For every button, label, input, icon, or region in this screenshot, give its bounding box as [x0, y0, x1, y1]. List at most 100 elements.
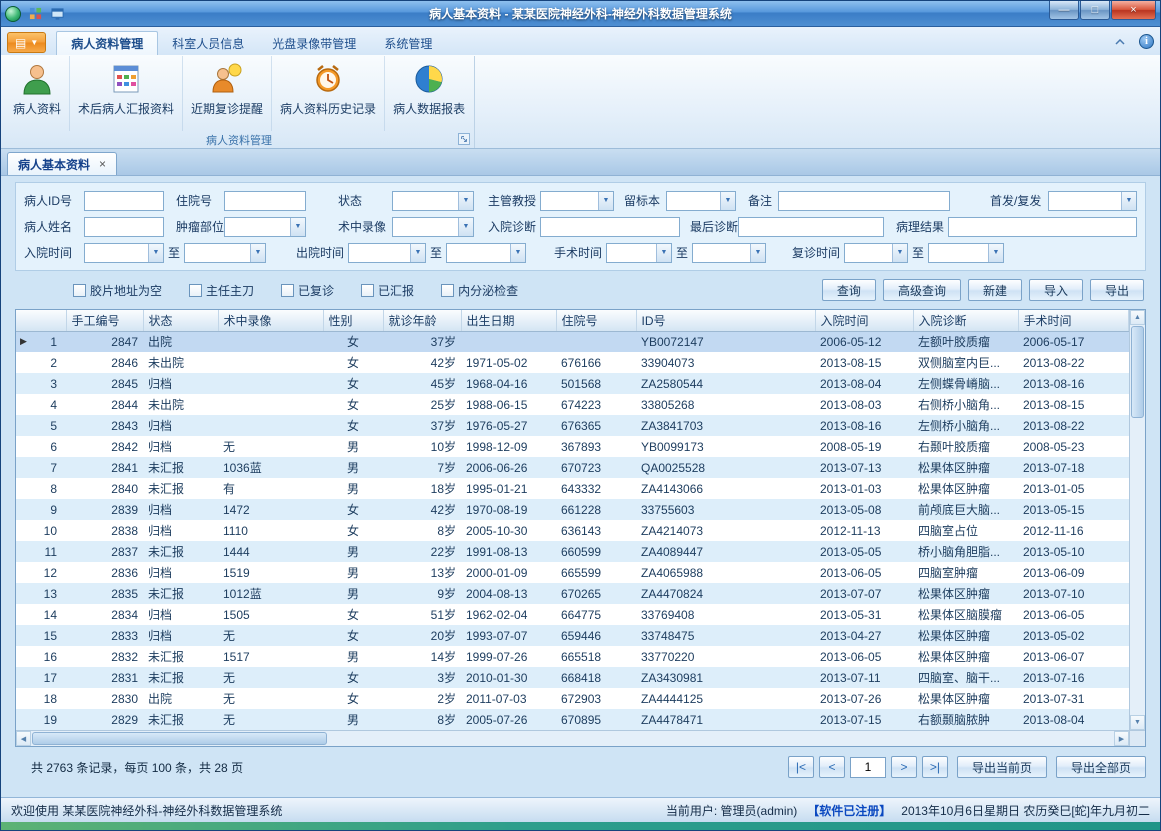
grid-cell[interactable]: 670895 [556, 709, 636, 730]
grid-cell[interactable]: ZA4470824 [636, 583, 815, 604]
quick-access-grid-icon[interactable] [27, 6, 43, 21]
grid-cell[interactable]: 8岁 [383, 709, 461, 730]
grid-cell[interactable]: ZA4444125 [636, 688, 815, 709]
grid-cell[interactable]: ZA4089447 [636, 541, 815, 562]
grid-cell[interactable]: ZA4065988 [636, 562, 815, 583]
grid-cell[interactable]: 42岁 [383, 352, 461, 373]
row-number-cell[interactable]: 8 [16, 478, 66, 499]
grid-cell[interactable]: 1968-04-16 [461, 373, 556, 394]
grid-cell[interactable]: 1970-08-19 [461, 499, 556, 520]
grid-cell[interactable]: 2013-05-08 [815, 499, 913, 520]
new-button[interactable]: 新建 [968, 279, 1022, 301]
grid-cell[interactable]: 归档 [143, 499, 218, 520]
grid-cell[interactable]: 670265 [556, 583, 636, 604]
table-row[interactable]: 182830出院无女2岁2011-07-03672903ZA4444125201… [16, 688, 1129, 709]
postop-report-button[interactable]: 术后病人汇报资料 [70, 56, 183, 131]
grid-cell[interactable]: 1472 [218, 499, 323, 520]
grid-cell[interactable]: 未出院 [143, 352, 218, 373]
grid-cell[interactable]: 右侧桥小脑角... [913, 394, 1018, 415]
table-row[interactable]: 192829未汇报无男8岁2005-07-26670895ZA447847120… [16, 709, 1129, 730]
grid-cell[interactable]: 3岁 [383, 667, 461, 688]
scroll-right-icon[interactable]: ▶ [1114, 731, 1129, 746]
grid-cell[interactable]: 2006-05-12 [815, 331, 913, 352]
grid-cell[interactable]: 女 [323, 604, 383, 625]
ribbon-tab-department-staff[interactable]: 科室人员信息 [158, 31, 258, 55]
export-current-page-button[interactable]: 导出当前页 [957, 756, 1047, 778]
grid-cell[interactable]: 2006-05-17 [1018, 331, 1129, 352]
grid-cell[interactable]: 女 [323, 688, 383, 709]
professor-combo[interactable]: ▼ [540, 191, 614, 211]
grid-cell[interactable]: 未汇报 [143, 478, 218, 499]
row-number-cell[interactable]: 11 [16, 541, 66, 562]
grid-cell[interactable]: 双侧脑室内巨... [913, 352, 1018, 373]
column-header[interactable]: 术中录像 [218, 310, 323, 331]
grid-cell[interactable]: 2013-07-11 [815, 667, 913, 688]
grid-cell[interactable]: 33748475 [636, 625, 815, 646]
grid-cell[interactable]: 2岁 [383, 688, 461, 709]
grid-cell[interactable]: 2013-08-15 [1018, 394, 1129, 415]
grid-cell[interactable]: 男 [323, 436, 383, 457]
query-button[interactable]: 查询 [822, 279, 876, 301]
table-row[interactable]: 42844未出院女25岁1988-06-15674223338052682013… [16, 394, 1129, 415]
grid-cell[interactable]: 松果体区肿瘤 [913, 646, 1018, 667]
scroll-up-icon[interactable]: ▲ [1130, 310, 1145, 325]
grid-cell[interactable]: 7岁 [383, 457, 461, 478]
grid-cell[interactable]: 33805268 [636, 394, 815, 415]
grid-cell[interactable]: 37岁 [383, 415, 461, 436]
patient-record-button[interactable]: 病人资料 [5, 56, 70, 131]
scroll-down-icon[interactable]: ▼ [1130, 715, 1145, 730]
surgery-time-to-combo[interactable]: ▼ [692, 243, 766, 263]
grid-cell[interactable]: 未汇报 [143, 709, 218, 730]
table-row[interactable]: 82840未汇报有男18岁1995-01-21643332ZA414306620… [16, 478, 1129, 499]
last-page-button[interactable]: >| [922, 756, 948, 778]
row-number-cell[interactable]: 16 [16, 646, 66, 667]
grid-cell[interactable]: 2013-05-31 [815, 604, 913, 625]
grid-cell[interactable]: 女 [323, 499, 383, 520]
row-number-cell[interactable]: 5 [16, 415, 66, 436]
row-number-cell[interactable]: 2 [16, 352, 66, 373]
grid-cell[interactable]: 2010-01-30 [461, 667, 556, 688]
tumor-site-combo[interactable]: ▼ [224, 217, 306, 237]
table-row[interactable]: 132835未汇报1012蓝男9岁2004-08-13670265ZA44708… [16, 583, 1129, 604]
grid-cell[interactable]: 2838 [66, 520, 143, 541]
export-button[interactable]: 导出 [1090, 279, 1144, 301]
grid-cell[interactable]: 男 [323, 478, 383, 499]
remark-input[interactable] [778, 191, 950, 211]
grid-cell[interactable]: QA0025528 [636, 457, 815, 478]
grid-cell[interactable]: 无 [218, 688, 323, 709]
grid-cell[interactable]: ZA3841703 [636, 415, 815, 436]
grid-cell[interactable]: 42岁 [383, 499, 461, 520]
grid-cell[interactable]: 1036蓝 [218, 457, 323, 478]
grid-cell[interactable]: 松果体区肿瘤 [913, 688, 1018, 709]
grid-cell[interactable]: 18岁 [383, 478, 461, 499]
grid-cell[interactable]: 2000-01-09 [461, 562, 556, 583]
grid-cell[interactable]: 女 [323, 352, 383, 373]
column-header[interactable]: 手术时间 [1018, 310, 1129, 331]
next-page-button[interactable]: > [891, 756, 917, 778]
grid-cell[interactable]: 2844 [66, 394, 143, 415]
grid-cell[interactable]: 674223 [556, 394, 636, 415]
filter-checkbox-4[interactable]: 已汇报 [361, 282, 414, 299]
grid-cell[interactable]: 归档 [143, 520, 218, 541]
checkbox-icon[interactable] [189, 284, 202, 297]
final-diagnosis-input[interactable] [738, 217, 884, 237]
grid-cell[interactable]: 1517 [218, 646, 323, 667]
checkbox-icon[interactable] [441, 284, 454, 297]
grid-cell[interactable]: 2013-07-13 [815, 457, 913, 478]
table-row[interactable]: 102838归档1110女8岁2005-10-30636143ZA4214073… [16, 520, 1129, 541]
data-report-button[interactable]: 病人数据报表 [385, 56, 473, 131]
chevron-down-icon[interactable]: ▼ [458, 218, 473, 236]
grid-cell[interactable]: 22岁 [383, 541, 461, 562]
grid-cell[interactable] [218, 373, 323, 394]
grid-cell[interactable]: 1444 [218, 541, 323, 562]
application-menu-button[interactable]: ▤ ▼ [7, 32, 46, 53]
chevron-down-icon[interactable]: ▼ [750, 244, 765, 262]
grid-cell[interactable]: 2013-05-02 [1018, 625, 1129, 646]
grid-cell[interactable]: 636143 [556, 520, 636, 541]
grid-cell[interactable]: 有 [218, 478, 323, 499]
tab-patient-basic-info[interactable]: 病人基本资料 × [7, 152, 117, 175]
grid-cell[interactable]: 2013-07-16 [1018, 667, 1129, 688]
grid-cell[interactable]: 2004-08-13 [461, 583, 556, 604]
grid-cell[interactable]: 14岁 [383, 646, 461, 667]
row-number-cell[interactable]: 9 [16, 499, 66, 520]
